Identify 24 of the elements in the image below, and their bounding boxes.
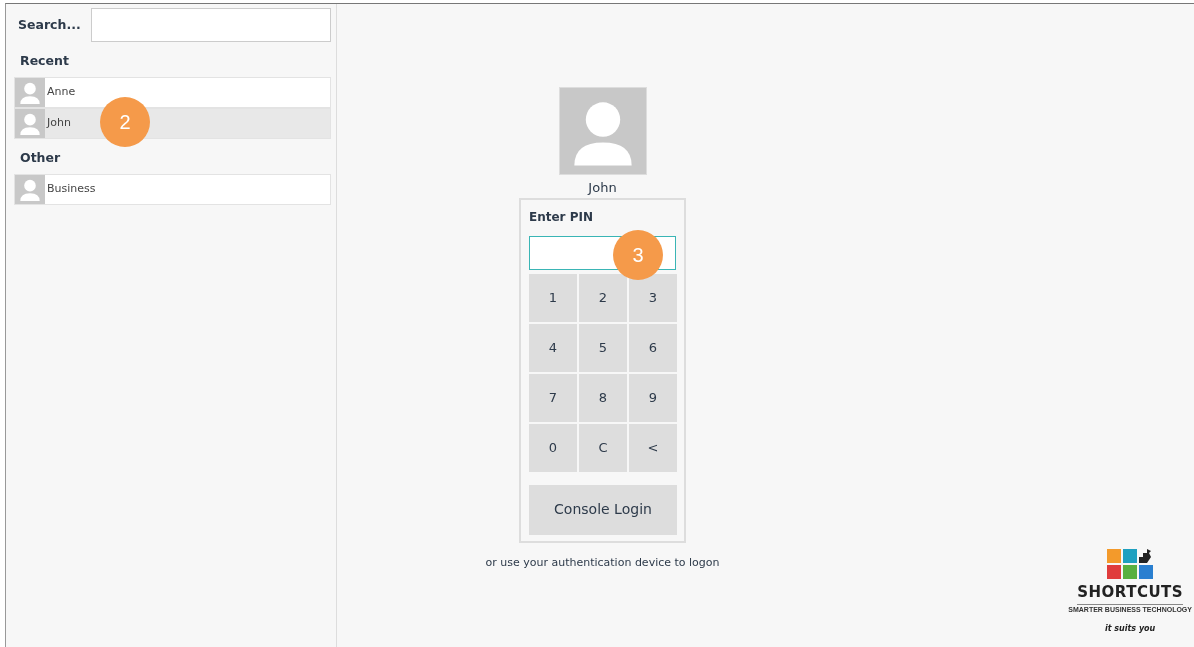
user-list-item[interactable]: Business [14,173,331,205]
user-list-item[interactable]: Anne [14,76,331,108]
group-heading: Recent [20,52,70,70]
logo-slogan: it suits you [1105,623,1156,635]
keypad-button[interactable]: 6 [629,323,677,372]
user-name: John [588,179,617,197]
logo-text: SHORTCUTS [1077,581,1184,605]
keypad-button[interactable]: 2 [579,273,627,322]
keypad-button[interactable]: 7 [529,373,577,422]
keypad-button[interactable]: 9 [629,373,677,422]
search-label: Search... [18,15,81,34]
keypad-button[interactable]: 5 [579,323,627,372]
keypad-button[interactable]: 3 [629,273,677,322]
keypad-button[interactable]: 1 [529,273,577,322]
hint-text: or use your authentication device to logon [485,554,720,571]
login-button[interactable]: Console Login [529,484,677,535]
keypad-button[interactable]: 8 [579,373,627,422]
keypad-button[interactable]: C [579,423,627,472]
callout-tooltip: 3 [613,230,663,280]
field-label: Enter PIN [529,208,594,226]
group-heading: Other [20,148,62,167]
keypad-button[interactable]: 0 [529,423,577,472]
keypad-button[interactable]: 4 [529,323,577,372]
keypad-button[interactable]: < [629,423,677,472]
